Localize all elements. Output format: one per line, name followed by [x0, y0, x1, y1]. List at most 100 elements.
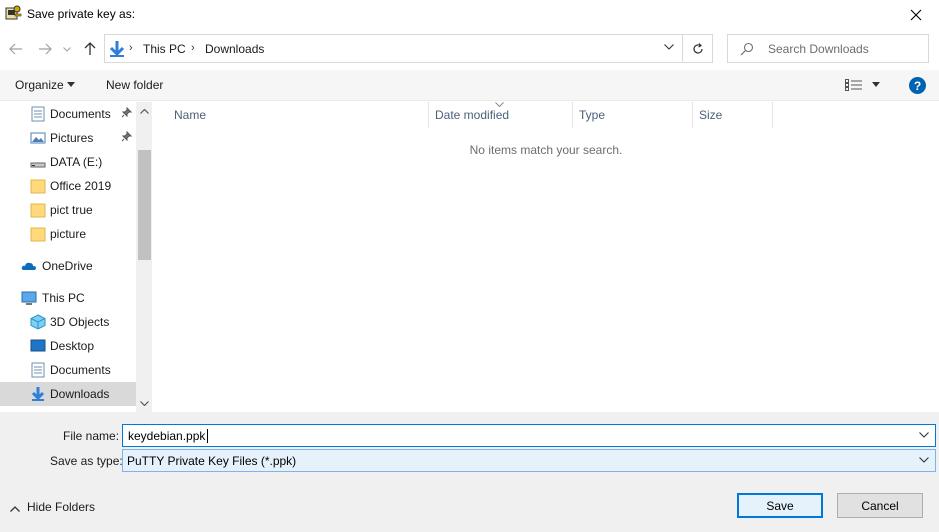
scroll-up-button[interactable]: [136, 104, 152, 118]
column-label: Size: [699, 108, 723, 122]
chevron-down-icon: [140, 400, 149, 406]
column-header-size[interactable]: Size: [693, 102, 773, 128]
caret-down-icon[interactable]: [67, 82, 75, 87]
cancel-button[interactable]: Cancel: [837, 493, 923, 518]
up-button[interactable]: [80, 39, 100, 59]
sidebar-item-documents-quick[interactable]: Documents: [0, 102, 136, 126]
column-label: Type: [579, 108, 606, 122]
column-header-date-modified[interactable]: Date modified: [429, 102, 573, 128]
navigation-pane: Documents Pictures DATA (E:) Office 2019…: [0, 102, 152, 412]
breadcrumb-this-pc[interactable]: This PC: [143, 42, 186, 56]
refresh-button[interactable]: [683, 34, 713, 63]
sidebar-item-label: Pictures: [50, 131, 94, 145]
column-divider[interactable]: [772, 102, 773, 128]
search-icon: [740, 42, 754, 56]
folder-icon: [30, 179, 46, 194]
onedrive-icon: [21, 262, 36, 270]
breadcrumb-separator-icon: ›: [129, 42, 133, 54]
documents-icon: [31, 106, 45, 122]
chevron-up-icon: [10, 506, 20, 512]
sidebar-item-pictures[interactable]: Pictures: [0, 126, 136, 150]
folder-icon: [30, 227, 46, 242]
save-options-panel: File name: keydebian.ppk Save as type: P…: [0, 412, 939, 532]
downloads-icon: [109, 41, 125, 57]
up-arrow-icon: [84, 42, 96, 55]
scroll-down-button[interactable]: [136, 396, 152, 410]
sidebar-item-3d-objects[interactable]: 3D Objects: [0, 310, 136, 334]
sidebar-item-label: Downloads: [50, 387, 110, 401]
chevron-up-icon: [140, 108, 149, 114]
desktop-icon: [30, 339, 46, 352]
downloads-icon: [31, 387, 45, 401]
column-header-name[interactable]: Name: [168, 102, 429, 128]
chevron-down-icon[interactable]: [919, 432, 929, 438]
scrollbar-thumb[interactable]: [138, 150, 151, 260]
sidebar-item-label: 3D Objects: [50, 315, 110, 329]
back-button[interactable]: [6, 39, 26, 59]
command-toolbar: Organize New folder ?: [0, 70, 939, 101]
sidebar-item-label: Desktop: [50, 339, 95, 353]
sidebar-item-label: pict true: [50, 203, 93, 217]
recent-locations-button[interactable]: [60, 39, 74, 59]
file-name-field[interactable]: keydebian.ppk: [122, 424, 936, 447]
breadcrumb-separator-icon: ›: [191, 42, 195, 54]
sidebar-item-pict-true[interactable]: pict true: [0, 198, 136, 222]
search-box[interactable]: Search Downloads: [727, 34, 929, 63]
drive-icon: [30, 162, 46, 168]
column-label: Date modified: [435, 108, 510, 122]
this-pc-icon: [21, 291, 37, 305]
organize-button[interactable]: Organize: [15, 78, 64, 92]
back-arrow-icon: [9, 43, 22, 55]
column-header-type[interactable]: Type: [573, 102, 693, 128]
forward-button[interactable]: [35, 39, 55, 59]
putty-key-icon: [5, 5, 22, 20]
save-type-select[interactable]: PuTTY Private Key Files (*.ppk): [122, 449, 936, 472]
empty-folder-message: No items match your search.: [469, 143, 623, 157]
pictures-icon: [30, 132, 46, 144]
forward-arrow-icon: [39, 43, 52, 55]
chevron-down-icon: [63, 46, 71, 52]
save-type-value: PuTTY Private Key Files (*.ppk): [127, 454, 297, 468]
folder-icon: [30, 203, 46, 218]
sidebar-item-downloads[interactable]: Downloads: [0, 382, 136, 406]
new-folder-button[interactable]: New folder: [106, 78, 163, 92]
sidebar-item-data-drive[interactable]: DATA (E:): [0, 150, 136, 174]
window-title: Save private key as:: [27, 7, 136, 21]
address-bar[interactable]: › This PC › Downloads: [104, 34, 683, 63]
chevron-down-icon[interactable]: [664, 44, 674, 50]
view-options-icon[interactable]: [845, 79, 863, 91]
sidebar-scrollbar[interactable]: [136, 102, 152, 412]
column-label: Name: [174, 108, 207, 122]
pin-icon: [121, 107, 132, 118]
3d-objects-icon: [30, 314, 46, 330]
text-cursor: [207, 429, 208, 443]
sidebar-item-label: OneDrive: [42, 259, 93, 273]
sidebar-item-this-pc[interactable]: This PC: [0, 286, 136, 310]
sidebar-item-desktop[interactable]: Desktop: [0, 334, 136, 358]
sidebar-item-picture[interactable]: picture: [0, 222, 136, 246]
chevron-down-icon: [919, 457, 929, 463]
caret-down-icon[interactable]: [872, 82, 880, 87]
sidebar-item-onedrive[interactable]: OneDrive: [0, 254, 136, 278]
sidebar-item-office-2019[interactable]: Office 2019: [0, 174, 136, 198]
navigation-row: › This PC › Downloads Search Downloads: [0, 30, 939, 68]
breadcrumb-downloads[interactable]: Downloads: [205, 42, 264, 56]
title-bar: Save private key as:: [0, 0, 939, 30]
pin-icon: [121, 131, 132, 142]
close-button[interactable]: [893, 0, 939, 30]
sidebar-item-label: Documents: [50, 363, 111, 377]
search-input[interactable]: Search Downloads: [768, 42, 869, 56]
file-name-label: File name:: [63, 429, 120, 443]
file-name-value: keydebian.ppk: [128, 429, 206, 443]
documents-icon: [31, 362, 45, 378]
sidebar-item-label: Documents: [50, 107, 111, 121]
sidebar-item-label: picture: [50, 227, 87, 241]
sidebar-item-documents[interactable]: Documents: [0, 358, 136, 382]
save-button[interactable]: Save: [737, 493, 823, 518]
save-type-label: Save as type:: [50, 454, 123, 468]
hide-folders-button[interactable]: Hide Folders: [10, 500, 95, 515]
sidebar-item-label: This PC: [42, 291, 85, 305]
help-icon[interactable]: ?: [909, 77, 926, 94]
hide-folders-label: Hide Folders: [27, 500, 96, 514]
close-icon: [910, 9, 922, 21]
